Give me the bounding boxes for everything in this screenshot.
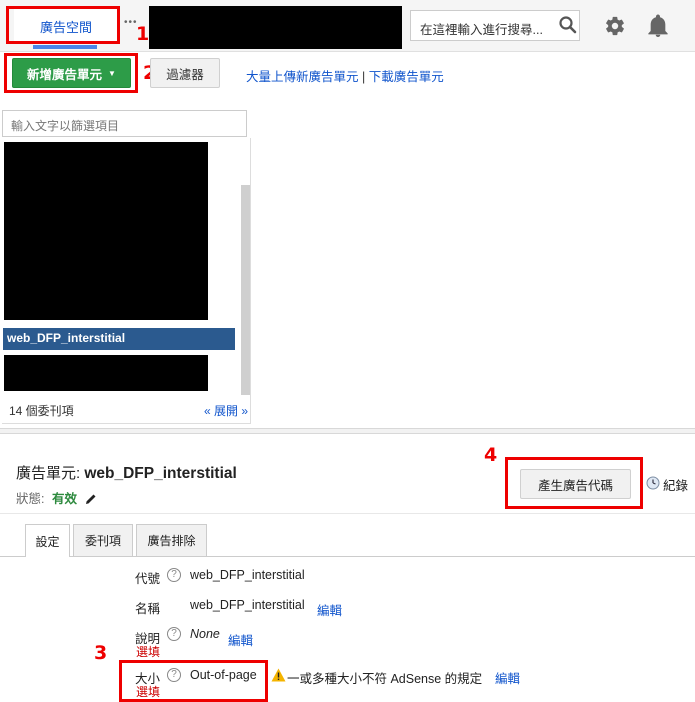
selected-item-label: web_DFP_interstitial <box>7 331 126 345</box>
size-warning-text: 一或多種大小不符 AdSense 的規定 <box>287 672 483 686</box>
annotation-number-3: 3 <box>94 642 108 664</box>
list-scrollbar-thumb[interactable] <box>241 185 250 395</box>
tab-line-items[interactable]: 委刊項 <box>73 524 133 556</box>
gear-icon[interactable] <box>604 15 626 37</box>
size-optional: 選填 <box>136 685 161 699</box>
warning-icon <box>271 668 286 682</box>
description-value: None <box>190 627 220 641</box>
tab-ad-exclusion[interactable]: 廣告排除 <box>136 524 207 556</box>
tab-active-underline <box>33 45 97 49</box>
list-filter-placeholder: 輸入文字以篩選項目 <box>11 119 120 133</box>
help-icon[interactable]: ? <box>167 627 181 641</box>
filter-button[interactable]: 過濾器 <box>150 58 220 88</box>
history-link[interactable]: 紀錄 <box>646 475 688 494</box>
new-ad-unit-label: 新增廣告單元 <box>27 67 103 82</box>
tab-settings[interactable]: 設定 <box>25 524 70 557</box>
bulk-upload-link[interactable]: 大量上傳新廣告單元 <box>246 70 359 84</box>
redacted-list-items-top <box>4 142 208 320</box>
page-title-prefix: 廣告單元: <box>16 465 85 482</box>
status-row: 狀態: 有效 <box>16 488 97 508</box>
new-ad-unit-button[interactable]: 新增廣告單元 ▼ <box>12 58 131 88</box>
status-label: 狀態: <box>16 492 45 506</box>
list-item-selected[interactable]: web_DFP_interstitial <box>3 328 235 350</box>
tab-ad-exclusion-label: 廣告排除 <box>147 534 196 548</box>
search-input[interactable]: 在這裡輸入進行搜尋... <box>410 10 580 41</box>
list-count: 14 個委刊項 <box>9 404 74 418</box>
filter-button-label: 過濾器 <box>166 67 204 82</box>
description-edit-link[interactable]: 編輯 <box>228 630 253 649</box>
annotation-number-1: 1 <box>136 23 150 45</box>
tab-line-items-label: 委刊項 <box>84 534 121 548</box>
name-edit-link[interactable]: 編輯 <box>317 600 342 619</box>
bell-icon[interactable] <box>647 14 669 38</box>
history-label: 紀錄 <box>663 479 689 493</box>
bulk-links: 大量上傳新廣告單元 | 下載廣告單元 <box>246 66 444 85</box>
generate-tags-label: 產生廣告代碼 <box>537 478 613 493</box>
generate-tags-button[interactable]: 產生廣告代碼 <box>520 469 631 499</box>
description-optional: 選填 <box>136 645 161 659</box>
caret-down-icon: ▼ <box>108 68 116 78</box>
tab-settings-label: 設定 <box>35 534 60 549</box>
tab-inventory[interactable]: 廣告空間 <box>14 8 118 44</box>
panel-splitter[interactable] <box>0 428 695 434</box>
size-value: Out-of-page <box>190 668 257 682</box>
page-title: 廣告單元: web_DFP_interstitial <box>16 462 237 483</box>
size-edit-link[interactable]: 編輯 <box>495 668 520 687</box>
redacted-header-area <box>149 6 402 49</box>
name-value: web_DFP_interstitial <box>190 598 305 612</box>
clock-icon <box>646 476 660 493</box>
page-title-name: web_DFP_interstitial <box>84 465 237 482</box>
tab-inventory-label: 廣告空間 <box>39 19 92 35</box>
redacted-list-items-bottom <box>4 355 208 391</box>
link-separator: | <box>362 70 366 84</box>
search-placeholder: 在這裡輸入進行搜尋... <box>420 23 543 37</box>
search-icon[interactable] <box>558 15 578 35</box>
help-icon[interactable]: ? <box>167 568 181 582</box>
code-value: web_DFP_interstitial <box>190 568 305 582</box>
help-icon[interactable]: ? <box>167 668 181 682</box>
tabs-baseline <box>0 556 695 557</box>
pencil-edit-icon[interactable] <box>85 493 97 508</box>
expand-link[interactable]: « 展開 » <box>204 402 248 419</box>
annotation-number-4: 4 <box>484 444 498 466</box>
code-label: 代號 <box>134 572 160 586</box>
detail-content-divider <box>0 513 695 514</box>
list-filter-input[interactable]: 輸入文字以篩選項目 <box>2 110 247 137</box>
name-label: 名稱 <box>134 602 160 616</box>
status-badge: 有效 <box>51 492 77 506</box>
download-ad-units-link[interactable]: 下載廣告單元 <box>369 70 444 84</box>
